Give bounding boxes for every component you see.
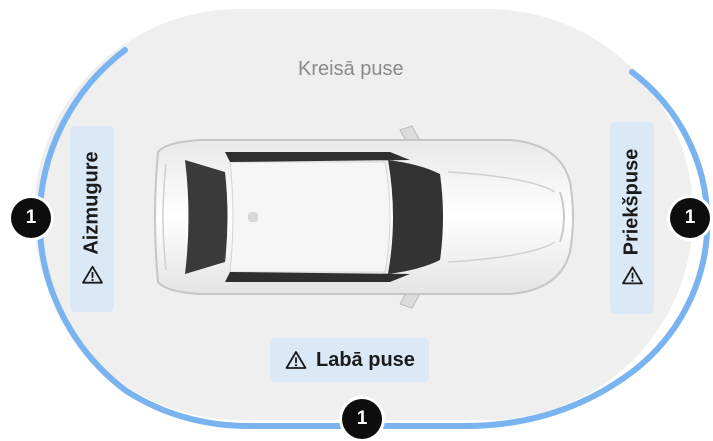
car-top-view (154, 125, 574, 309)
right-side-sensor-count-badge: 1 (342, 399, 382, 439)
front-sensor-tag: Priekšpuse (610, 122, 654, 314)
rear-sensor-tag: Aizmugure (70, 126, 114, 312)
parking-sensor-diagram: Kreisā puse Aizmugure Priekšpuse Labā pu… (0, 0, 713, 441)
front-sensor-label: Priekšpuse (620, 148, 643, 256)
rear-sensor-count-badge: 1 (11, 198, 51, 238)
warning-triangle-icon (284, 349, 308, 371)
right-side-sensor-tag: Labā puse (270, 338, 429, 382)
rear-sensor-label: Aizmugure (80, 151, 103, 255)
warning-triangle-icon (621, 263, 643, 287)
left-side-label: Kreisā puse (298, 58, 404, 80)
right-side-sensor-label: Labā puse (316, 348, 415, 371)
front-sensor-count-badge: 1 (670, 198, 710, 238)
warning-triangle-icon (81, 263, 103, 287)
